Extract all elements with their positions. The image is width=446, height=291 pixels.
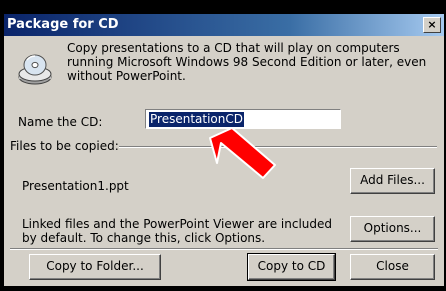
files-to-copy-label: Files to be copied: [10, 139, 119, 153]
description-text: Copy presentations to a CD that will pla… [67, 41, 427, 83]
copy-to-folder-label: Copy to Folder... [46, 259, 144, 273]
add-files-label: Add Files... [360, 173, 425, 187]
options-button[interactable]: Options... [350, 216, 435, 242]
file-list-item[interactable]: Presentation1.ppt [22, 178, 129, 194]
close-label: Close [376, 259, 409, 273]
cd-name-input[interactable]: PresentationCD [145, 109, 341, 129]
add-files-button[interactable]: Add Files... [350, 168, 435, 194]
copy-to-cd-label: Copy to CD [257, 259, 326, 273]
name-cd-label: Name the CD: [18, 115, 103, 129]
package-for-cd-dialog: Package for CD × Copy presentations to a… [4, 14, 444, 286]
window-title: Package for CD [7, 17, 119, 32]
title-bar[interactable]: Package for CD × [4, 14, 444, 36]
copy-to-cd-button[interactable]: Copy to CD [247, 253, 336, 281]
footer-divider [10, 248, 438, 250]
cd-name-value: PresentationCD [149, 112, 244, 127]
cd-drive-icon [18, 54, 52, 85]
files-section-divider [119, 146, 437, 148]
copy-to-folder-button[interactable]: Copy to Folder... [29, 254, 161, 280]
linked-files-note: Linked files and the PowerPoint Viewer a… [22, 217, 333, 245]
options-label: Options... [363, 221, 422, 235]
close-button[interactable]: Close [350, 254, 435, 280]
close-window-button[interactable]: × [423, 17, 441, 33]
